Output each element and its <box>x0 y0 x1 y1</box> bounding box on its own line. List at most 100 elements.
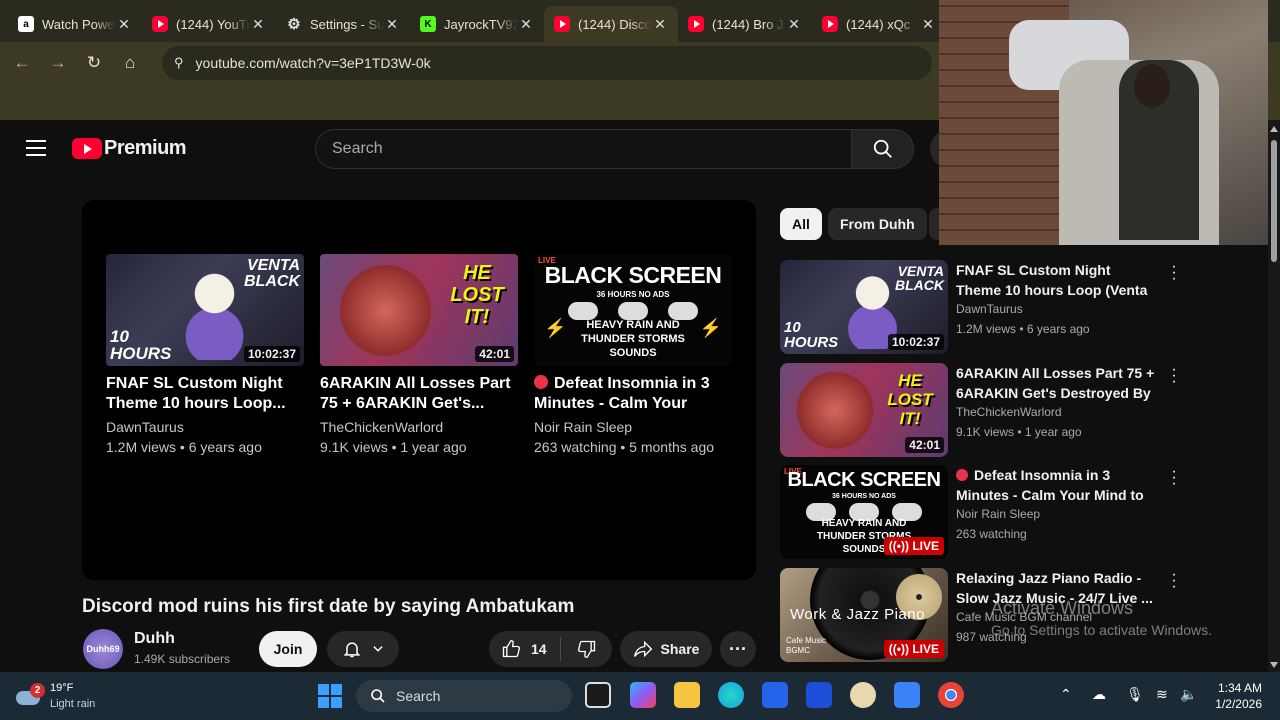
more-vert-icon[interactable]: · · · <box>1166 362 1182 390</box>
live-dot-icon <box>534 375 548 389</box>
close-tab-icon[interactable]: ✕ <box>116 16 132 33</box>
site-info-icon[interactable]: ⚲ <box>174 55 184 71</box>
reload-icon[interactable]: ↻ <box>76 53 112 73</box>
search-input[interactable]: Search <box>315 129 852 169</box>
outlook-icon[interactable] <box>806 682 832 708</box>
recommended-video-2[interactable]: HE LOST IT! 42:01 6ARAKIN All Losses Par… <box>780 362 1182 459</box>
taskbar-search[interactable]: Search <box>356 680 572 712</box>
thumbnail-text: HE LOST IT! <box>887 371 933 428</box>
dislike-button[interactable] <box>561 639 612 659</box>
thumbnail-text: 10 HOURS <box>110 327 172 363</box>
system-clock[interactable]: 1:34 AM 1/2/2026 <box>1208 680 1262 712</box>
more-vert-icon[interactable]: · · · <box>1166 464 1182 492</box>
file-explorer-icon[interactable] <box>674 682 700 708</box>
tab-title: JayrockTV92 <box>444 16 518 32</box>
video-player[interactable]: VENTA BLACK 10 HOURS 10:02:37 FNAF SL Cu… <box>82 200 756 580</box>
thumbnail-text: 10 HOURS <box>784 319 839 351</box>
recommended-meta: 9.1K views • 1 year ago <box>956 425 1082 439</box>
browser-tab-1[interactable]: a Watch Power ✕ <box>8 6 142 42</box>
tab-title: Watch Power <box>42 16 116 32</box>
youtube-premium-logo[interactable]: Premium <box>72 137 187 160</box>
app-icon[interactable] <box>850 682 876 708</box>
edge-browser-icon[interactable] <box>718 682 744 708</box>
close-tab-icon[interactable]: ✕ <box>250 16 266 33</box>
chip-from-channel[interactable]: From Duhh <box>828 208 927 240</box>
microphone-icon[interactable]: 🎙 <box>1126 686 1144 703</box>
browser-tab-2[interactable]: (1244) YouTu ✕ <box>142 6 276 42</box>
scroll-up-icon[interactable] <box>1270 126 1278 132</box>
windows-taskbar: 2 19°F Light rain Search ⌃ ☁ 🎙 ≋ 🔈 1:34 A… <box>0 672 1280 720</box>
weather-widget[interactable]: 2 19°F Light rain <box>16 680 95 712</box>
more-actions-button[interactable]: ··· <box>720 631 756 667</box>
recommended-video-1[interactable]: VENTA BLACK 10 HOURS 10:02:37 FNAF SL Cu… <box>780 259 1182 356</box>
close-tab-icon[interactable]: ✕ <box>920 16 936 33</box>
task-view-icon[interactable] <box>585 682 611 708</box>
browser-tab-7[interactable]: (1244) xQc ✕ <box>812 6 946 42</box>
paint-icon[interactable] <box>894 682 920 708</box>
menu-icon[interactable] <box>26 140 46 156</box>
video-thumbnail: Work & Jazz Piano Cafe Music BGMC ((•)) … <box>780 568 948 662</box>
taskbar-search-label: Search <box>396 688 441 704</box>
tab-title: (1244) YouTu <box>176 16 250 32</box>
recommended-video-3[interactable]: LIVE BLACK SCREEN 36 HOURS NO ADS HEAVY … <box>780 464 1182 561</box>
endscreen-channel: TheChickenWarlord <box>320 419 444 435</box>
scrollbar-thumb[interactable] <box>1271 140 1277 262</box>
screen: a Watch Power ✕ (1244) YouTu ✕ ⚙ Settings - … <box>0 0 1280 720</box>
search-button[interactable] <box>851 129 914 169</box>
recommended-title: Defeat Insomnia in 3 Minutes - Calm Your… <box>956 467 1144 503</box>
page-scrollbar[interactable] <box>1268 120 1280 672</box>
bell-icon <box>343 642 360 658</box>
subscribe-bell-button[interactable] <box>327 631 399 667</box>
address-bar[interactable]: ⚲ youtube.com/watch?v=3eP1TD3W-0k <box>162 46 932 80</box>
close-tab-icon[interactable]: ✕ <box>652 16 668 33</box>
forward-arrow-icon[interactable]: → <box>40 53 76 73</box>
recommended-channel: DawnTaurus <box>956 302 1023 316</box>
back-arrow-icon[interactable]: ← <box>4 53 40 73</box>
endscreen-video-2[interactable]: HE LOST IT! 42:01 6ARAKIN All Losses Par… <box>320 254 518 457</box>
windows-start-icon[interactable] <box>318 684 342 708</box>
video-thumbnail: LIVE BLACK SCREEN 36 HOURS NO ADS ⚡ ⚡ HE… <box>534 254 732 366</box>
share-button[interactable]: Share <box>620 631 712 667</box>
weather-desc: Light rain <box>50 698 96 710</box>
home-icon[interactable]: ⌂ <box>112 53 148 73</box>
browser-tab-3[interactable]: ⚙ Settings - Su ✕ <box>276 6 410 42</box>
url-text: youtube.com/watch?v=3eP1TD3W-0k <box>195 55 431 71</box>
duration-badge: 42:01 <box>475 346 514 362</box>
close-tab-icon[interactable]: ✕ <box>384 16 400 33</box>
more-vert-icon[interactable]: · · · <box>1166 259 1182 287</box>
like-button[interactable]: 14 <box>489 637 561 661</box>
chrome-icon[interactable] <box>938 682 964 708</box>
chevron-up-icon[interactable]: ⌃ <box>1060 686 1072 703</box>
share-icon <box>633 640 652 658</box>
youtube-icon <box>688 16 704 32</box>
thumbnail-text: HEAVY RAIN AND THUNDER STORMS SOUNDS <box>581 319 685 359</box>
tab-title: (1244) Bro J <box>712 16 784 32</box>
close-tab-icon[interactable]: ✕ <box>518 16 534 33</box>
close-tab-icon[interactable]: ✕ <box>786 16 802 33</box>
channel-avatar[interactable]: Duhh69 <box>83 629 123 669</box>
wifi-icon[interactable]: ≋ <box>1156 686 1168 703</box>
more-vert-icon[interactable]: · · · <box>1166 567 1182 595</box>
browser-tab-5-active[interactable]: (1244) Disco ✕ <box>544 6 678 42</box>
volume-icon[interactable]: 🔈 <box>1180 686 1197 703</box>
join-button[interactable]: Join <box>259 631 317 667</box>
browser-tab-6[interactable]: (1244) Bro J ✕ <box>678 6 812 42</box>
microsoft-store-icon[interactable] <box>762 682 788 708</box>
thumbnail-text: BLACK SCREEN <box>544 262 722 288</box>
endscreen-title: 6ARAKIN All Losses Part 75 + 6ARAKIN Get… <box>320 375 511 412</box>
cloud-offline-icon[interactable]: ☁ <box>1092 686 1106 703</box>
subscriber-count: 1.49K subscribers <box>134 652 231 666</box>
notification-badge: 2 <box>30 683 45 698</box>
browser-tab-4[interactable]: K JayrockTV92 ✕ <box>410 6 544 42</box>
endscreen-video-1[interactable]: VENTA BLACK 10 HOURS 10:02:37 FNAF SL Cu… <box>106 254 304 457</box>
m365-copilot-icon[interactable] <box>630 682 656 708</box>
endscreen-video-3[interactable]: LIVE BLACK SCREEN 36 HOURS NO ADS ⚡ ⚡ HE… <box>534 254 732 457</box>
thumbs-down-icon <box>577 640 595 659</box>
activation-watermark-title: Activate Windows <box>991 598 1134 618</box>
scroll-down-icon[interactable] <box>1270 662 1278 668</box>
chip-all[interactable]: All <box>780 208 822 240</box>
logo-text: Premium <box>104 137 187 159</box>
like-dislike-group: 14 <box>489 631 612 667</box>
clock-time: 1:34 AM <box>1217 681 1262 695</box>
channel-name[interactable]: Duhh <box>134 630 175 648</box>
